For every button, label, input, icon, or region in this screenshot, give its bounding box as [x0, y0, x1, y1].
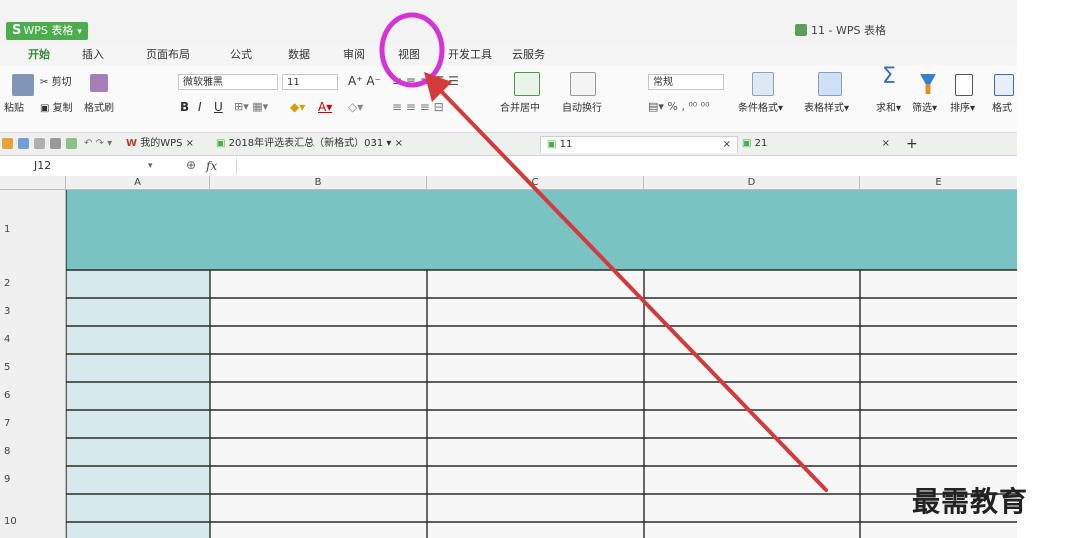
watermark: 最需教育	[912, 485, 1029, 518]
pointer-arrow	[438, 88, 828, 492]
annotation-overlay	[379, 12, 828, 492]
highlight-circle	[379, 12, 445, 88]
wps-window: S WPS 表格 ▾ 11 - WPS 表格 开始 插入 页面布局 公式 数据 审阅…	[0, 0, 1017, 538]
